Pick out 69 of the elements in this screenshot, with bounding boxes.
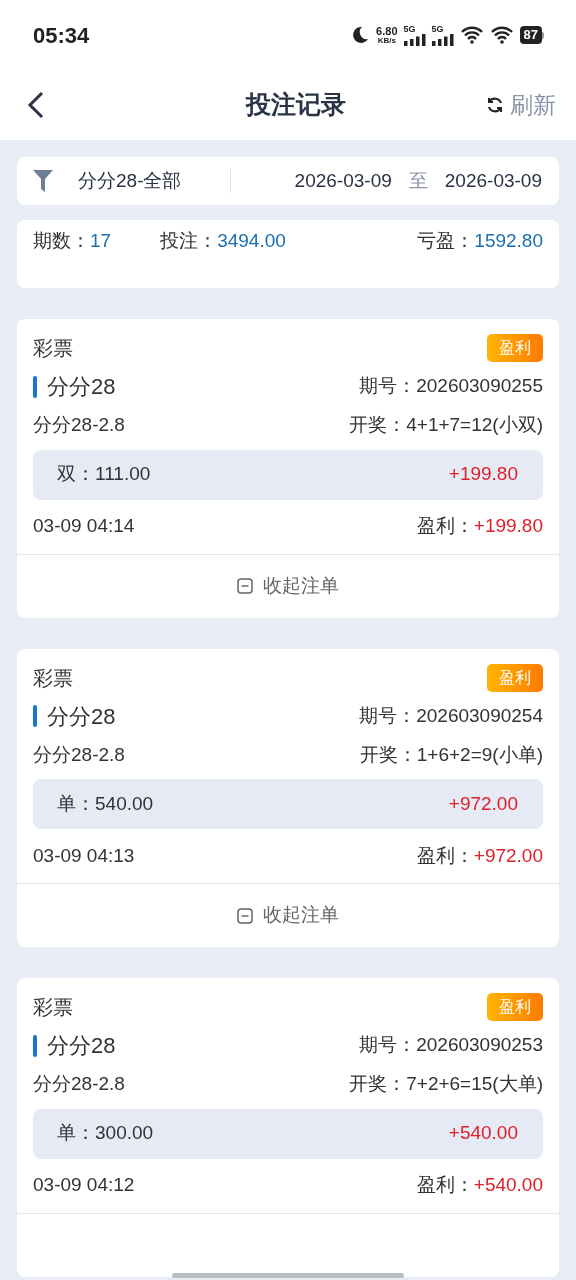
draw-result: 4+1+7=12(小双) [406, 414, 543, 435]
play-type: 分分28-2.8 [33, 413, 125, 437]
bet-amount: 双：111.00 [57, 462, 151, 487]
result-badge: 盈利 [487, 993, 543, 1021]
filter-bar[interactable]: 分分28-全部 2026-03-09 至 2026-03-09 [17, 157, 559, 205]
play-type: 分分28-2.8 [33, 1072, 125, 1096]
draw-label: 开奖： [349, 414, 407, 435]
draw-label: 开奖： [359, 743, 417, 765]
back-icon[interactable] [26, 90, 46, 120]
issue-label: 期号： [359, 704, 417, 726]
status-time: 05:34 [33, 21, 90, 50]
signal-icon [431, 33, 454, 46]
profit-value: +540.00 [473, 1174, 543, 1196]
issue-label: 期号： [359, 1034, 417, 1056]
result-badge: 盈利 [487, 663, 543, 692]
filter-icon [32, 169, 54, 193]
profit-label: 盈利： [416, 515, 474, 537]
issue-number: 202603090253 [416, 1034, 543, 1056]
bet-winnings: +540.00 [448, 1121, 518, 1146]
battery-level: 87 [519, 26, 542, 44]
minus-square-icon [237, 578, 253, 594]
bet-winnings: +972.00 [448, 791, 518, 816]
issue-number: 202603090254 [416, 704, 543, 726]
date-separator: 至 [408, 168, 428, 193]
draw-label: 开奖： [349, 1073, 407, 1094]
network-type: 5G [431, 24, 444, 34]
wifi-icon [459, 26, 484, 44]
collapse-button[interactable]: 收起注单 [237, 571, 339, 601]
game-name: 分分28 [47, 702, 116, 731]
wifi-icon [489, 26, 514, 44]
bet-time: 03-09 04:14 [33, 514, 135, 539]
network-type: 5G [403, 24, 416, 34]
bet-amount: 单：540.00 [57, 791, 154, 816]
game-filter[interactable]: 分分28-全部 [78, 166, 230, 196]
summary-label: 投注： [160, 228, 218, 253]
net-speed: 6.80 [376, 25, 398, 37]
page-title: 投注记录 [246, 89, 346, 121]
summary-value: 1592.80 [474, 228, 543, 253]
bet-amount: 单：300.00 [57, 1121, 154, 1146]
record-category: 彩票 [33, 995, 73, 1020]
bet-time: 03-09 04:12 [33, 1173, 135, 1198]
start-date[interactable]: 2026-03-09 [294, 166, 392, 196]
minus-square-icon [237, 907, 253, 924]
game-name: 分分28 [47, 373, 116, 401]
signal-icon [403, 33, 426, 46]
game-name: 分分28 [47, 1032, 116, 1060]
play-type: 分分28-2.8 [33, 742, 125, 767]
end-date[interactable]: 2026-03-09 [444, 166, 542, 196]
summary-label: 期数： [33, 228, 90, 253]
summary-value: 17 [90, 228, 112, 253]
result-badge: 盈利 [487, 334, 543, 362]
profit-label: 盈利： [416, 1174, 474, 1196]
record-category: 彩票 [33, 665, 73, 691]
bet-time: 03-09 04:13 [33, 843, 135, 868]
summary-value: 3494.00 [217, 228, 286, 253]
moon-icon [350, 25, 371, 45]
collapse-button[interactable]: 收起注单 [237, 901, 339, 930]
summary-label: 亏盈： [417, 228, 475, 253]
refresh-icon [486, 96, 504, 114]
bet-winnings: +199.80 [448, 462, 518, 487]
issue-label: 期号： [359, 375, 417, 397]
profit-label: 盈利： [416, 844, 474, 866]
draw-result: 7+2+6=15(大单) [406, 1073, 543, 1094]
net-unit: KB/s [377, 36, 396, 45]
profit-value: +199.80 [473, 515, 543, 537]
record-category: 彩票 [33, 336, 73, 361]
profit-value: +972.00 [473, 844, 543, 866]
draw-result: 1+6+2=9(小单) [416, 743, 543, 765]
issue-number: 202603090255 [416, 375, 543, 397]
